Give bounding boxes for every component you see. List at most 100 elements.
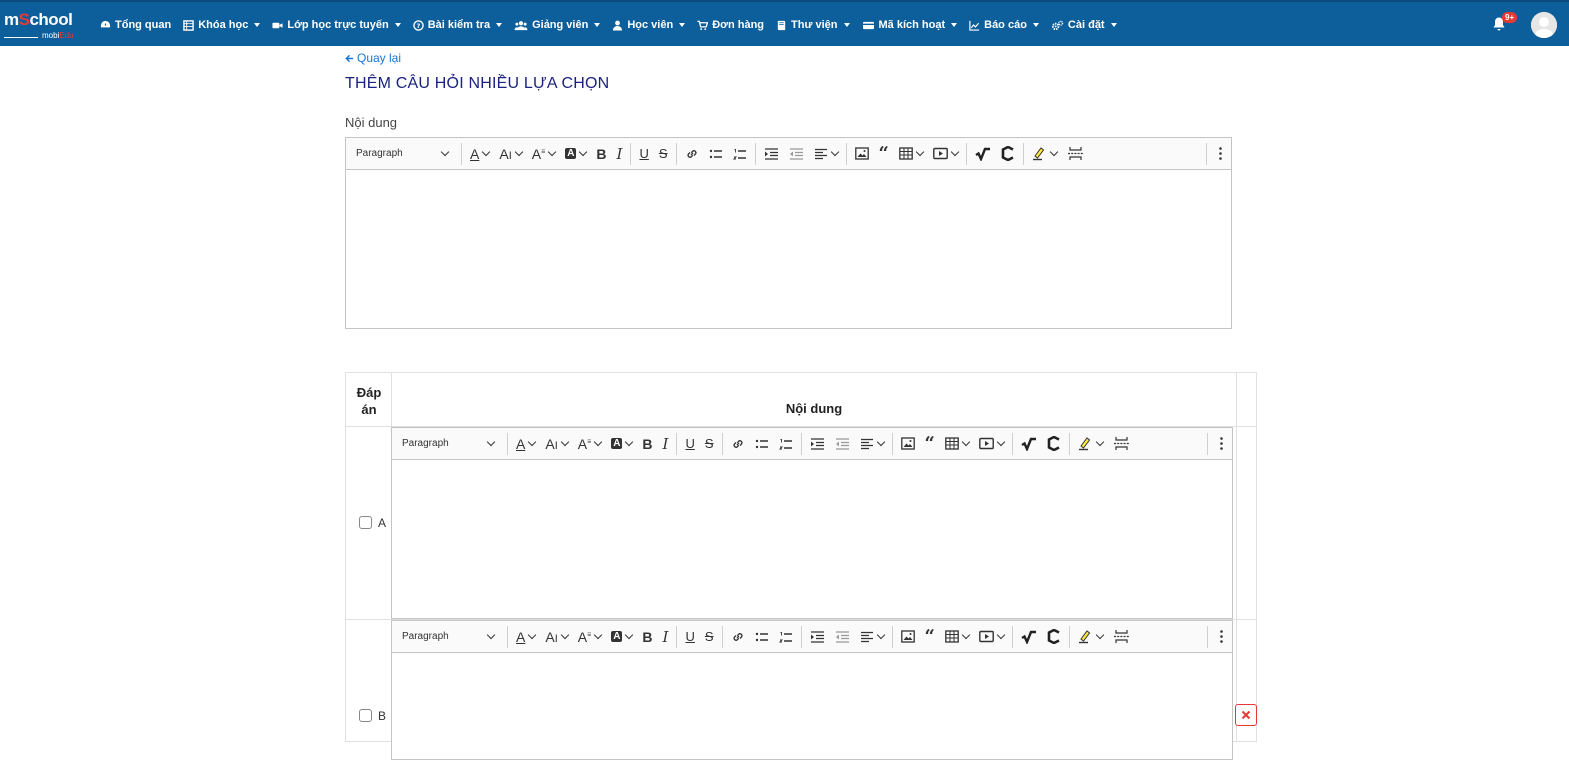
page-break-button[interactable] [1062, 138, 1089, 170]
font-color-button[interactable]: A [511, 621, 540, 653]
back-link[interactable]: Quay lại [345, 51, 401, 65]
nav-ma-kich-hoat[interactable]: Mã kích hoạt [862, 19, 958, 31]
nav-lop-hoc-truc-tuyen[interactable]: Lớp học trực tuyến [272, 19, 401, 31]
italic-button[interactable]: I [658, 621, 674, 653]
font-background-button[interactable]: A [606, 428, 637, 460]
math-formula-button[interactable] [1016, 428, 1042, 460]
chemistry-formula-button[interactable] [1042, 621, 1066, 653]
strikethrough-button[interactable]: S [700, 621, 719, 653]
media-embed-button[interactable] [974, 621, 1009, 653]
math-formula-button[interactable] [970, 138, 996, 170]
font-family-button[interactable]: A≡ [573, 428, 606, 460]
italic-button[interactable]: I [612, 138, 628, 170]
align-button[interactable] [855, 621, 889, 653]
nav-hoc-vien[interactable]: Học viên [612, 19, 686, 31]
page-break-button[interactable] [1108, 428, 1135, 460]
align-button[interactable] [855, 428, 889, 460]
strikethrough-button[interactable]: S [700, 428, 719, 460]
page-break-button[interactable] [1108, 621, 1135, 653]
nav-don-hang[interactable]: Đơn hàng [697, 19, 764, 31]
strikethrough-button[interactable]: S [654, 138, 673, 170]
delete-answer-b-button[interactable] [1235, 704, 1257, 726]
chemistry-formula-button[interactable] [1042, 428, 1066, 460]
paragraph-dropdown[interactable]: Paragraph [346, 138, 458, 170]
link-button[interactable] [726, 621, 750, 653]
bulleted-list-button[interactable] [750, 428, 774, 460]
blockquote-button[interactable]: “ [920, 621, 940, 653]
font-color-button[interactable]: A [511, 428, 540, 460]
chemistry-formula-button[interactable] [996, 138, 1020, 170]
bold-button[interactable]: B [637, 428, 657, 460]
dashboard-icon [100, 20, 111, 27]
nav-giang-vien[interactable]: Giảng viên [514, 19, 601, 31]
outdent-button[interactable] [784, 138, 809, 170]
font-size-button[interactable]: AI [540, 428, 572, 460]
font-size-button[interactable]: AI [540, 621, 572, 653]
nav-tong-quan[interactable]: Tổng quan [100, 19, 171, 31]
more-options-button[interactable] [1210, 138, 1231, 170]
font-background-button[interactable]: A [606, 621, 637, 653]
italic-button[interactable]: I [658, 428, 674, 460]
nav-bai-kiem-tra[interactable]: ? Bài kiểm tra [412, 19, 503, 31]
font-background-button[interactable]: A [560, 138, 591, 170]
underline-button[interactable]: U [680, 621, 699, 653]
insert-table-button[interactable] [940, 621, 974, 653]
paragraph-dropdown[interactable]: Paragraph [392, 428, 504, 460]
avatar[interactable] [1531, 12, 1557, 38]
insert-image-button[interactable] [850, 138, 874, 170]
font-size-button[interactable]: AI [494, 138, 526, 170]
highlight-button[interactable] [1073, 621, 1108, 653]
insert-table-button[interactable] [940, 428, 974, 460]
caret-down-icon [1032, 23, 1039, 27]
nav-cai-dat[interactable]: Cài đặt [1051, 19, 1117, 31]
highlight-button[interactable] [1027, 138, 1062, 170]
editor-content-area[interactable] [346, 171, 1231, 328]
bulleted-list-button[interactable] [750, 621, 774, 653]
answer-a-checkbox[interactable] [359, 516, 372, 529]
bulleted-list-button[interactable] [704, 138, 728, 170]
paragraph-dropdown[interactable]: Paragraph [392, 621, 504, 653]
editor-content-area[interactable] [392, 654, 1232, 759]
editor-content-area[interactable] [392, 461, 1232, 618]
caret-down-icon [951, 23, 958, 27]
media-icon [933, 147, 948, 160]
nav-bao-cao[interactable]: Báo cáo [969, 19, 1039, 31]
blockquote-button[interactable]: “ [874, 138, 894, 170]
underline-button[interactable]: U [680, 428, 699, 460]
blockquote-button[interactable]: “ [920, 428, 940, 460]
bold-button[interactable]: B [637, 621, 657, 653]
link-button[interactable] [680, 138, 704, 170]
indent-button[interactable] [805, 621, 830, 653]
nav-thu-vien[interactable]: Thư viện [776, 19, 850, 31]
answer-b-checkbox[interactable] [359, 709, 372, 722]
mschool-logo[interactable]: mSchool mobiEdu [4, 10, 86, 40]
numbered-list-button[interactable] [774, 621, 798, 653]
align-button[interactable] [809, 138, 843, 170]
link-button[interactable] [726, 428, 750, 460]
media-embed-button[interactable] [974, 428, 1009, 460]
image-icon [854, 147, 869, 160]
font-family-button[interactable]: A≡ [527, 138, 560, 170]
font-family-button[interactable]: A≡ [573, 621, 606, 653]
numbered-list-button[interactable] [774, 428, 798, 460]
bold-button[interactable]: B [591, 138, 611, 170]
page-break-icon [1113, 630, 1129, 643]
indent-button[interactable] [759, 138, 784, 170]
highlight-button[interactable] [1073, 428, 1108, 460]
font-color-button[interactable]: A [465, 138, 494, 170]
more-options-button[interactable] [1211, 621, 1232, 653]
more-options-button[interactable] [1211, 428, 1232, 460]
media-embed-button[interactable] [928, 138, 963, 170]
underline-button[interactable]: U [634, 138, 653, 170]
outdent-button[interactable] [830, 428, 855, 460]
insert-image-button[interactable] [896, 428, 920, 460]
answer-a-editor: Paragraph A AI A≡ A B I U S “ [391, 427, 1233, 619]
math-formula-button[interactable] [1016, 621, 1042, 653]
insert-image-button[interactable] [896, 621, 920, 653]
nav-khoa-hoc[interactable]: Khóa học [183, 19, 261, 31]
indent-button[interactable] [805, 428, 830, 460]
insert-table-button[interactable] [894, 138, 928, 170]
numbered-list-button[interactable] [728, 138, 752, 170]
top-navbar: mSchool mobiEdu Tổng quan Khóa học Lớp h… [0, 0, 1569, 46]
outdent-button[interactable] [830, 621, 855, 653]
